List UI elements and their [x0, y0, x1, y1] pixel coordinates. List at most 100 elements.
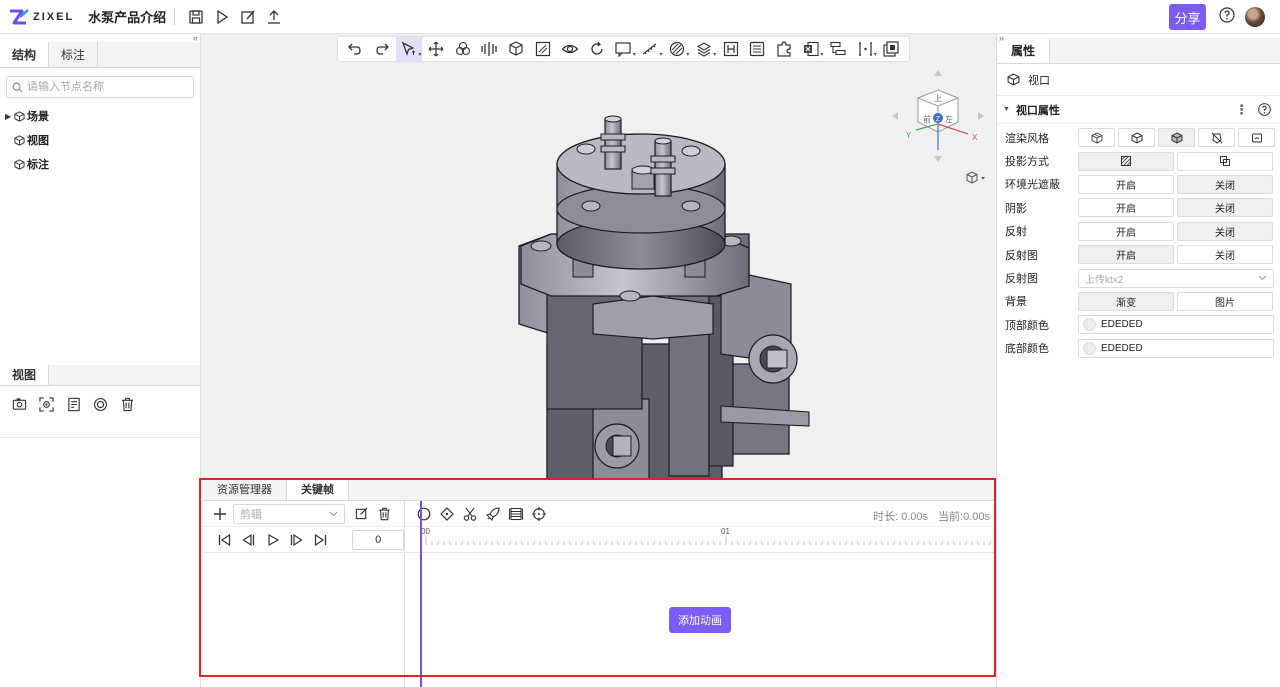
focus-icon[interactable] [33, 394, 60, 414]
tab-structure[interactable]: 结构 [0, 42, 50, 67]
collapse-dock-icon[interactable]: ⌄ [598, 470, 605, 479]
nav-arrow-right-icon[interactable] [978, 112, 984, 120]
nav-face-right[interactable]: 左 [945, 114, 953, 124]
tree-item-label: 视图 [27, 135, 49, 147]
tab-annotation[interactable]: 标注 [49, 42, 99, 67]
tree-item-annotation[interactable]: 标注 [0, 152, 200, 176]
clip-row: 剪辑 [203, 501, 404, 527]
duration-label: 时长: 0.00s [872, 511, 928, 523]
row-shadow: 阴影 开启 关闭 [997, 196, 1280, 219]
3d-viewport[interactable]: ▾ ▾ ▾ ▾ ▾ ▾ ▾ 上 前 左 Z X Y ⌄ [201, 34, 996, 479]
edit-clip-icon[interactable] [355, 507, 368, 520]
background-image-button[interactable]: 图片 [1177, 291, 1273, 311]
prop-label: 底部颜色 [1005, 343, 1049, 356]
shadow-on-button[interactable]: 开启 [1078, 198, 1174, 218]
nav-face-front[interactable]: 前 [923, 114, 931, 124]
avatar[interactable] [1245, 7, 1265, 27]
collapse-right-icon[interactable]: » [999, 33, 1004, 43]
row-bottom-color: 底部颜色 EDEDED [997, 337, 1280, 360]
view-list-icon[interactable] [60, 394, 87, 414]
render-shaded-icon[interactable] [1158, 128, 1195, 148]
node-search-input[interactable] [27, 81, 187, 93]
render-outline-icon[interactable] [1118, 128, 1155, 148]
pump-model-illustration[interactable] [201, 34, 996, 479]
expand-arrow-icon[interactable]: ▶ [5, 112, 13, 121]
prop-label: 环境光遮蔽 [1005, 179, 1060, 192]
navigation-cube[interactable]: 上 前 左 Z X Y [888, 66, 988, 176]
cube-icon [14, 110, 25, 122]
view-mode-cube-icon[interactable] [966, 171, 988, 185]
reflection-off-button[interactable]: 关闭 [1177, 221, 1273, 241]
play-icon[interactable] [261, 529, 285, 551]
camera-icon[interactable] [6, 394, 33, 414]
collapse-arrow-icon[interactable]: ▼ [1003, 106, 1010, 113]
rocket-icon[interactable] [481, 503, 504, 525]
step-back-icon[interactable] [237, 529, 261, 551]
help-icon[interactable] [1257, 102, 1272, 117]
cube-icon [14, 134, 25, 146]
collapse-left-icon[interactable]: « [193, 33, 198, 43]
trash-icon[interactable] [114, 394, 141, 414]
viewport-properties-header[interactable]: ▼ 视口属性 ⋮ [997, 96, 1280, 124]
frame-input[interactable]: 0 [352, 529, 404, 550]
film-icon[interactable] [504, 503, 527, 525]
ao-off-button[interactable]: 关闭 [1177, 174, 1273, 194]
projection-orthographic-icon[interactable] [1177, 151, 1273, 171]
tab-properties[interactable]: 属性 [997, 38, 1051, 63]
nav-face-top[interactable]: 上 [934, 94, 942, 103]
color-swatch[interactable] [1083, 341, 1096, 355]
prop-label: 阴影 [1005, 202, 1027, 215]
tab-asset-manager[interactable]: 资源管理器 [203, 480, 287, 500]
reflection-map-on-button[interactable]: 开启 [1078, 245, 1174, 265]
step-forward-icon[interactable] [285, 529, 309, 551]
target-icon[interactable] [87, 394, 114, 414]
playhead[interactable] [420, 501, 422, 687]
nav-arrow-up-icon[interactable] [934, 70, 942, 76]
row-reflection-map-upload: 反射图 上传ktx2 [997, 266, 1280, 289]
color-swatch[interactable] [1083, 318, 1096, 332]
prop-label: 反射 [1005, 226, 1027, 239]
reflection-on-button[interactable]: 开启 [1078, 221, 1174, 241]
row-render-style: 渲染风格 [997, 126, 1280, 149]
delete-clip-icon[interactable] [378, 507, 391, 521]
ao-on-button[interactable]: 开启 [1078, 174, 1174, 194]
upload-icon[interactable] [261, 4, 287, 30]
playback-controls: 0 [203, 527, 404, 553]
tree-item-view[interactable]: 视图 [0, 128, 200, 152]
shadow-off-button[interactable]: 关闭 [1177, 198, 1273, 218]
nav-arrow-left-icon[interactable] [892, 112, 898, 120]
share-button[interactable]: 分享 [1169, 4, 1206, 30]
scissors-icon[interactable] [458, 503, 481, 525]
skip-start-icon[interactable] [213, 529, 237, 551]
edit-icon[interactable] [235, 4, 261, 30]
play-icon[interactable] [209, 4, 235, 30]
top-color-picker[interactable]: EDEDED [1078, 315, 1274, 335]
background-gradient-button[interactable]: 渐变 [1078, 291, 1174, 311]
help-icon[interactable] [1218, 6, 1236, 27]
more-icon[interactable]: ⋮ [1235, 102, 1248, 118]
skip-end-icon[interactable] [308, 529, 332, 551]
projection-perspective-icon[interactable] [1078, 151, 1174, 171]
circle-icon[interactable] [412, 503, 435, 525]
crosshair-icon[interactable] [527, 503, 550, 525]
reflection-map-select[interactable]: 上传ktx2 [1078, 268, 1274, 288]
bottom-color-picker[interactable]: EDEDED [1078, 338, 1274, 358]
render-wireframe-icon[interactable] [1078, 128, 1115, 148]
dock-tabs: 资源管理器 关键帧 [203, 480, 994, 501]
add-animation-button[interactable]: 添加动画 [669, 607, 731, 633]
add-clip-icon[interactable] [213, 507, 227, 521]
node-search[interactable] [6, 76, 194, 98]
tree-item-scene[interactable]: ▶ 场景 [0, 104, 200, 128]
tab-keyframes[interactable]: 关键帧 [287, 480, 349, 500]
reflection-map-off-button[interactable]: 关闭 [1177, 245, 1273, 265]
diamond-icon[interactable] [435, 503, 458, 525]
render-realistic-icon[interactable] [1238, 128, 1275, 148]
render-xray-icon[interactable] [1198, 128, 1235, 148]
timeline-ruler[interactable]: 00 01 [406, 527, 994, 553]
nav-arrow-down-icon[interactable] [934, 156, 942, 162]
save-icon[interactable] [183, 4, 209, 30]
clip-select[interactable]: 剪辑 [233, 503, 345, 524]
view-section: 视图 [0, 365, 200, 438]
ruler-ticks [425, 535, 991, 545]
tab-view[interactable]: 视图 [0, 365, 50, 385]
